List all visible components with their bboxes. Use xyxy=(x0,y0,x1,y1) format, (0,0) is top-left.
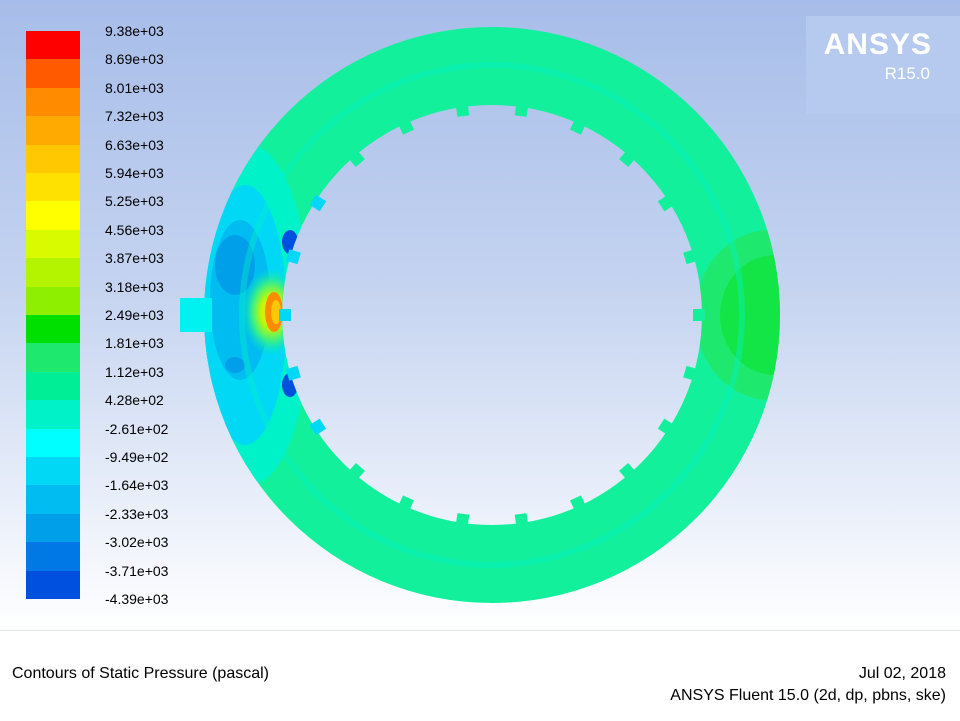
colorbar-segment xyxy=(26,31,80,60)
inlet-channel xyxy=(180,298,212,332)
colorbar-label: 5.94e+03 xyxy=(105,165,164,181)
colorbar-segment xyxy=(26,315,80,344)
colorbar-segment xyxy=(26,428,80,458)
logo-revision: R15.0 xyxy=(884,64,930,83)
colorbar-segment xyxy=(26,343,80,373)
colorbar-label: 2.49e+03 xyxy=(105,307,164,323)
colorbar-label: 3.87e+03 xyxy=(105,250,164,267)
colorbar-label: -9.49e+02 xyxy=(105,449,169,465)
colorbar-label: -2.33e+03 xyxy=(105,505,169,522)
colorbar-label: 8.69e+03 xyxy=(105,51,164,68)
plot-title: Contours of Static Pressure (pascal) xyxy=(12,665,269,682)
colorbar-segment xyxy=(26,87,80,117)
colorbar-segment xyxy=(26,542,80,572)
colorbar-segment xyxy=(26,116,80,146)
colorbar-label: 4.28e+02 xyxy=(105,392,164,409)
colorbar-segment xyxy=(26,201,80,231)
colorbar-segment xyxy=(26,286,80,316)
plot-date: Jul 02, 2018 xyxy=(858,665,946,682)
footer: Contours of Static Pressure (pascal) Jul… xyxy=(0,630,960,721)
colorbar-segment xyxy=(26,144,80,174)
colorbar-segment xyxy=(26,371,80,401)
colorbar-segment xyxy=(26,59,80,89)
ansys-logo: ANSYS R15.0 xyxy=(806,16,960,114)
inner-notch xyxy=(514,103,529,117)
colorbar-segment xyxy=(26,513,80,543)
colorbar-segment xyxy=(26,457,80,486)
colorbar-label: 9.38e+03 xyxy=(105,23,164,39)
colorbar-label: 7.32e+03 xyxy=(105,108,164,125)
logo-name: ANSYS xyxy=(823,28,932,61)
colorbar-segment xyxy=(26,485,80,515)
colorbar-label: 1.12e+03 xyxy=(105,363,164,380)
colorbar-label: -3.71e+03 xyxy=(105,562,169,579)
colorbar-segment xyxy=(26,173,80,202)
colorbar-label: -4.39e+03 xyxy=(105,591,169,607)
inner-notch xyxy=(279,309,291,321)
colorbar xyxy=(26,31,80,600)
colorbar-label: 6.63e+03 xyxy=(105,136,164,153)
colorbar-label: -2.61e+02 xyxy=(105,420,169,437)
colorbar-label: 4.56e+03 xyxy=(105,221,164,238)
colorbar-label: 1.81e+03 xyxy=(105,335,164,352)
colorbar-segment xyxy=(26,570,80,600)
graphics-viewport[interactable]: 9.38e+03 8.69e+03 8.01e+03 7.32e+03 6.63e+03… xyxy=(0,0,960,630)
colorbar-segment xyxy=(26,229,80,259)
colorbar-label: 8.01e+03 xyxy=(105,79,164,96)
colorbar-segment xyxy=(26,258,80,288)
colorbar-label: -1.64e+03 xyxy=(105,477,169,494)
colorbar-label: 3.18e+03 xyxy=(105,278,164,295)
inner-notch xyxy=(693,309,705,321)
inner-notch xyxy=(455,103,470,117)
colorbar-label: 5.25e+03 xyxy=(105,193,164,210)
solver-info: ANSYS Fluent 15.0 (2d, dp, pbns, ske) xyxy=(670,687,946,704)
inner-notch xyxy=(514,513,529,527)
colorbar-label: -3.02e+03 xyxy=(105,534,169,551)
inner-notch xyxy=(455,513,470,527)
colorbar-segment xyxy=(26,400,80,430)
